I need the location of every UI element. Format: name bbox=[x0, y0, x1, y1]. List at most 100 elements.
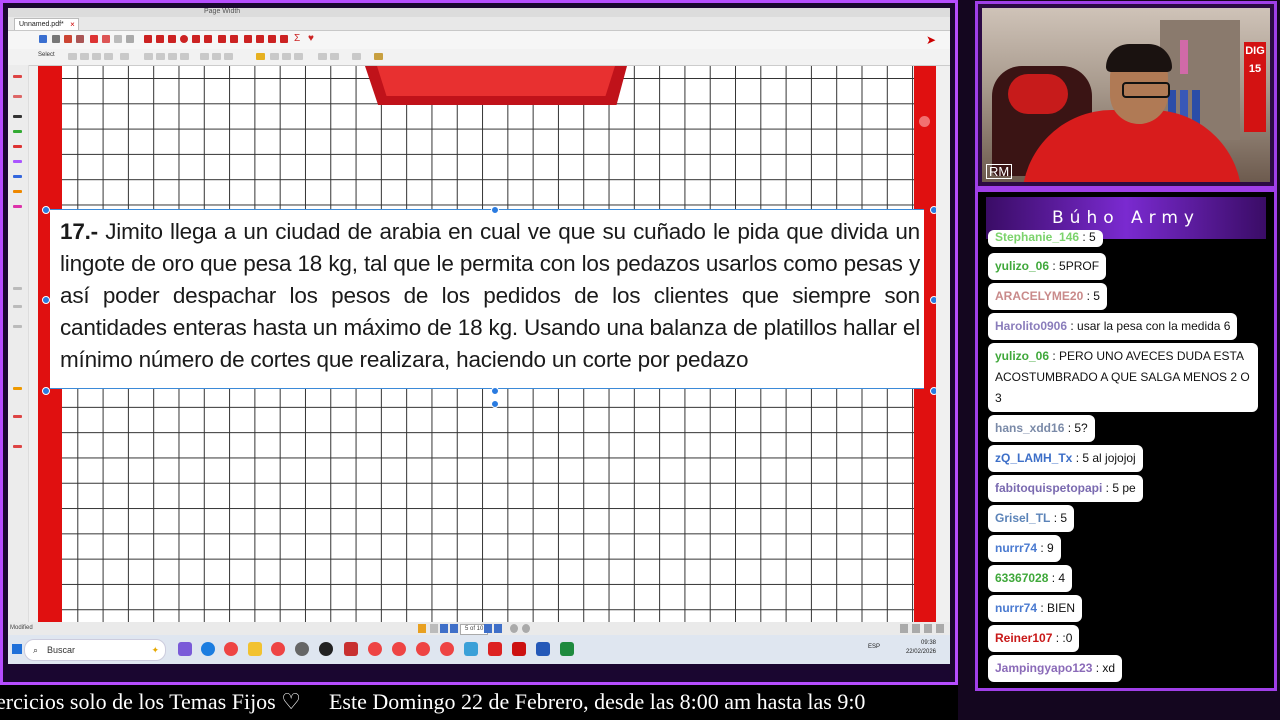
select-tool-icon[interactable] bbox=[39, 35, 47, 43]
chrome-icon[interactable] bbox=[392, 642, 406, 656]
pen-icon[interactable] bbox=[13, 115, 22, 118]
heart-shape-icon[interactable]: ♥ bbox=[308, 33, 314, 44]
layout-icon[interactable] bbox=[900, 624, 908, 633]
pdf-app-icon[interactable] bbox=[488, 642, 502, 656]
pen-tool-icon[interactable] bbox=[90, 35, 98, 43]
app-icon[interactable] bbox=[295, 642, 309, 656]
page-thumb-icon[interactable] bbox=[13, 287, 22, 290]
chrome-icon[interactable] bbox=[368, 642, 382, 656]
format-tool-icon[interactable] bbox=[104, 53, 113, 60]
highlighter-tool-icon[interactable] bbox=[102, 35, 110, 43]
pen-icon[interactable] bbox=[13, 205, 22, 208]
last-page-icon[interactable] bbox=[494, 624, 502, 633]
chrome-icon[interactable] bbox=[416, 642, 430, 656]
style-tool-icon[interactable] bbox=[270, 53, 279, 60]
taskbar-search[interactable]: ⌕ Buscar ✦ bbox=[24, 639, 166, 661]
zoom-app-icon[interactable] bbox=[536, 642, 550, 656]
file-explorer-icon[interactable] bbox=[248, 642, 262, 656]
image-tool-icon[interactable] bbox=[126, 35, 134, 43]
align-tool-icon[interactable] bbox=[144, 53, 153, 60]
pen-icon[interactable] bbox=[13, 160, 22, 163]
align-tool-icon[interactable] bbox=[200, 53, 209, 60]
align-tool-icon[interactable] bbox=[180, 53, 189, 60]
excel-icon[interactable] bbox=[560, 642, 574, 656]
link-tool-icon[interactable] bbox=[218, 35, 226, 43]
layout-icon[interactable] bbox=[936, 624, 944, 633]
edge-icon[interactable] bbox=[201, 642, 215, 656]
forward-icon[interactable] bbox=[522, 624, 530, 633]
app-icon[interactable] bbox=[344, 642, 358, 656]
align-tool-icon[interactable] bbox=[224, 53, 233, 60]
chrome-icon[interactable] bbox=[224, 642, 238, 656]
app-icon[interactable] bbox=[464, 642, 478, 656]
arrow-tool-icon[interactable] bbox=[156, 35, 164, 43]
marker-icon[interactable] bbox=[13, 445, 22, 448]
measure-tool-icon[interactable] bbox=[256, 35, 264, 43]
color-tool-icon[interactable] bbox=[256, 53, 265, 60]
close-tab-icon[interactable]: × bbox=[70, 19, 75, 30]
windows-start-icon[interactable] bbox=[12, 644, 22, 654]
style-tool-icon[interactable] bbox=[294, 53, 303, 60]
style-tool-icon[interactable] bbox=[318, 53, 327, 60]
format-tool-icon[interactable] bbox=[80, 53, 89, 60]
stamp-tool-icon[interactable] bbox=[374, 53, 383, 60]
document-tab[interactable]: Unnamed.pdf* × bbox=[14, 18, 79, 30]
pen-icon[interactable] bbox=[13, 175, 22, 178]
first-page-icon[interactable] bbox=[440, 624, 448, 633]
layout-icon[interactable] bbox=[912, 624, 920, 633]
ellipse-tool-icon[interactable] bbox=[180, 35, 188, 43]
format-tool-icon[interactable] bbox=[120, 53, 129, 60]
layout-icon[interactable] bbox=[924, 624, 932, 633]
pdf-page-canvas[interactable]: 17.- Jimito llega a un ciudad de arabia … bbox=[38, 66, 936, 622]
align-tool-icon[interactable] bbox=[156, 53, 165, 60]
resize-handle[interactable] bbox=[491, 206, 499, 214]
language-indicator[interactable]: ESP bbox=[868, 644, 880, 650]
sigma-icon[interactable]: Σ bbox=[294, 33, 300, 44]
resize-handle[interactable] bbox=[930, 387, 936, 395]
pen-icon[interactable] bbox=[13, 95, 22, 98]
polygon-tool-icon[interactable] bbox=[192, 35, 200, 43]
bookmark-icon[interactable] bbox=[13, 387, 22, 390]
lock-tool-icon[interactable] bbox=[352, 53, 361, 60]
resize-handle[interactable] bbox=[42, 387, 50, 395]
format-tool-icon[interactable] bbox=[68, 53, 77, 60]
page-thumb-icon[interactable] bbox=[13, 325, 22, 328]
crop-tool-icon[interactable] bbox=[244, 35, 252, 43]
chrome-icon[interactable] bbox=[440, 642, 454, 656]
view-mode-icon[interactable] bbox=[418, 624, 426, 633]
chrome-icon[interactable] bbox=[271, 642, 285, 656]
system-clock[interactable]: 09:38 22/02/2026 bbox=[906, 639, 936, 657]
prev-page-icon[interactable] bbox=[450, 624, 458, 633]
pencil-tool-icon[interactable] bbox=[280, 35, 288, 43]
problem-text-box[interactable]: 17.- Jimito llega a un ciudad de arabia … bbox=[50, 209, 924, 389]
resize-handle[interactable] bbox=[930, 206, 936, 214]
pen-icon[interactable] bbox=[13, 190, 22, 193]
resize-handle[interactable] bbox=[491, 387, 499, 395]
align-tool-icon[interactable] bbox=[212, 53, 221, 60]
page-thumb-icon[interactable] bbox=[13, 305, 22, 308]
resize-handle[interactable] bbox=[42, 206, 50, 214]
zoom-label[interactable]: Page Width bbox=[204, 8, 240, 15]
rectangle-tool-icon[interactable] bbox=[168, 35, 176, 43]
style-tool-icon[interactable] bbox=[282, 53, 291, 60]
pen-icon[interactable] bbox=[13, 145, 22, 148]
next-page-icon[interactable] bbox=[484, 624, 492, 633]
text-tool-icon[interactable] bbox=[114, 35, 122, 43]
rotate-handle[interactable] bbox=[491, 400, 499, 408]
align-tool-icon[interactable] bbox=[168, 53, 177, 60]
obs-icon[interactable] bbox=[319, 642, 333, 656]
style-tool-icon[interactable] bbox=[330, 53, 339, 60]
hand-tool-icon[interactable] bbox=[52, 35, 60, 43]
pen-icon[interactable] bbox=[13, 75, 22, 78]
resize-handle[interactable] bbox=[42, 296, 50, 304]
eraser-tool-icon[interactable] bbox=[64, 35, 72, 43]
callout-tool-icon[interactable] bbox=[268, 35, 276, 43]
resize-handle[interactable] bbox=[930, 296, 936, 304]
lasso-tool-icon[interactable] bbox=[76, 35, 84, 43]
back-icon[interactable] bbox=[510, 624, 518, 633]
marker-icon[interactable] bbox=[13, 415, 22, 418]
line-tool-icon[interactable] bbox=[144, 35, 152, 43]
format-tool-icon[interactable] bbox=[92, 53, 101, 60]
pen-icon[interactable] bbox=[13, 130, 22, 133]
pdf-app-icon[interactable] bbox=[512, 642, 526, 656]
